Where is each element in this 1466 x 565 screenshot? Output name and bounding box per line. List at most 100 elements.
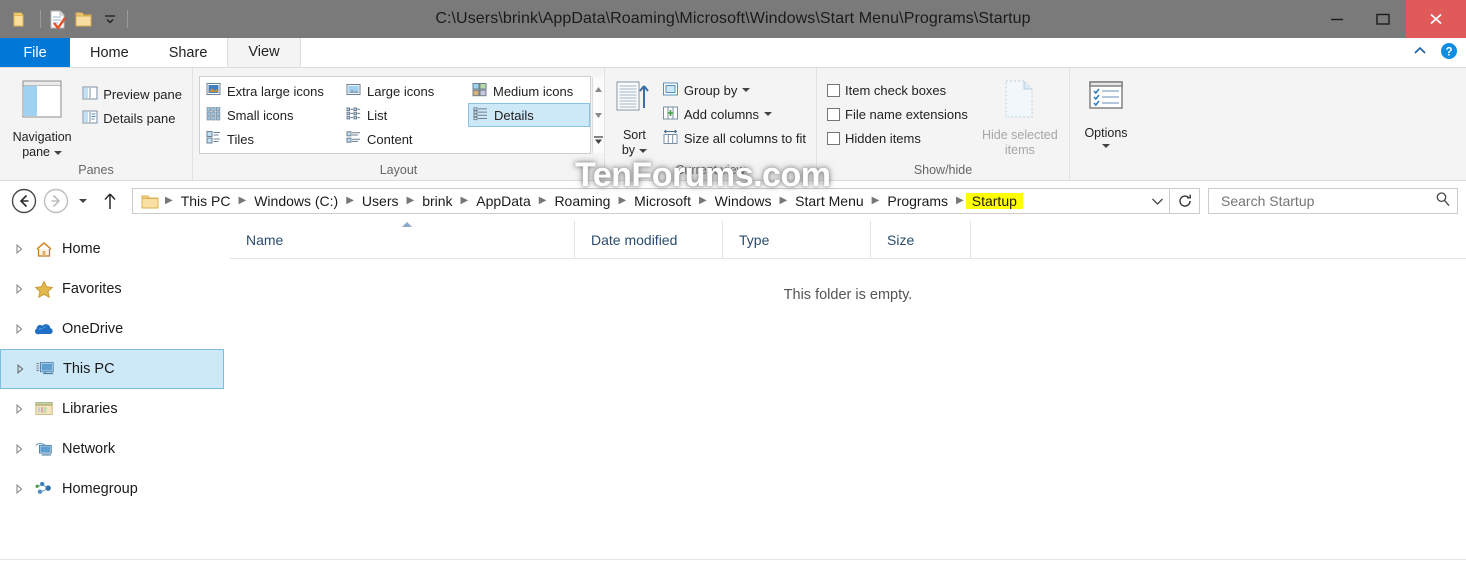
status-bar: 0 items State: Shared <box>0 559 1466 565</box>
expander-icon[interactable] <box>12 444 26 454</box>
layout-list[interactable]: List <box>340 103 466 127</box>
layout-large-icons[interactable]: Large icons <box>340 79 466 103</box>
column-header-type[interactable]: Type <box>723 220 871 259</box>
chevron-down-icon <box>54 150 63 155</box>
column-header-size-label: Size <box>887 231 915 248</box>
gallery-scroll-up-icon[interactable] <box>594 80 603 98</box>
sidebar-item-this-pc[interactable]: This PC <box>0 349 224 389</box>
breadcrumb-startup[interactable]: Startup <box>965 193 1023 209</box>
options-button[interactable]: Options <box>1076 74 1136 148</box>
breadcrumb-users[interactable]: Users <box>356 193 405 209</box>
expander-icon[interactable] <box>12 484 26 494</box>
layout-gallery-scrollbar[interactable] <box>592 77 604 153</box>
up-button[interactable] <box>94 185 126 217</box>
sidebar-item-favorites[interactable]: Favorites <box>0 269 230 309</box>
breadcrumb-programs[interactable]: Programs <box>881 193 954 209</box>
expander-icon[interactable] <box>12 284 26 294</box>
group-by-label: Group by <box>683 82 738 98</box>
gallery-expand-icon[interactable] <box>593 132 604 150</box>
expander-icon[interactable] <box>12 324 26 334</box>
sidebar-item-home[interactable]: Home <box>0 229 230 269</box>
breadcrumb-appdata[interactable]: AppData <box>470 193 536 209</box>
breadcrumb-this-pc[interactable]: This PC <box>175 193 237 209</box>
breadcrumb[interactable]: ▶ This PC ▶ Windows (C:) ▶ Users ▶ brink… <box>132 188 1170 214</box>
homegroup-icon <box>34 480 54 498</box>
size-all-columns-label: Size all columns to fit <box>683 130 806 146</box>
hidden-items-checkbox[interactable] <box>827 131 840 145</box>
breadcrumb-dropdown-button[interactable] <box>1145 189 1169 213</box>
window-title: C:\Users\brink\AppData\Roaming\Microsoft… <box>435 10 1031 27</box>
customize-qat-icon[interactable] <box>97 5 123 33</box>
sidebar-item-network[interactable]: Network <box>0 429 230 469</box>
tab-home[interactable]: Home <box>70 38 149 67</box>
layout-content[interactable]: Content <box>340 127 466 151</box>
layout-gallery: Extra large icons Small icons Tiles Larg… <box>199 76 604 154</box>
chevron-down-icon <box>639 148 648 153</box>
close-button[interactable] <box>1406 0 1466 38</box>
help-icon[interactable]: ? <box>1440 42 1458 65</box>
column-header-size[interactable]: Size <box>871 220 971 259</box>
breadcrumb-separator: ▶ <box>238 195 247 206</box>
tab-share[interactable]: Share <box>148 38 228 67</box>
column-header-date-modified[interactable]: Date modified <box>575 220 723 259</box>
back-button[interactable] <box>8 185 40 217</box>
file-name-extensions-checkbox[interactable] <box>827 107 840 121</box>
minimize-button[interactable] <box>1314 0 1360 38</box>
breadcrumb-microsoft[interactable]: Microsoft <box>628 193 697 209</box>
gallery-scroll-down-icon[interactable] <box>594 106 603 124</box>
navigation-pane-button[interactable]: Navigation pane <box>6 74 78 160</box>
add-columns-button[interactable]: Add columns <box>658 102 810 126</box>
sidebar-item-libraries[interactable]: Libraries <box>0 389 230 429</box>
new-folder-icon[interactable] <box>71 5 97 33</box>
forward-button[interactable] <box>40 185 72 217</box>
details-pane-icon <box>82 109 98 128</box>
search-input[interactable] <box>1219 192 1435 210</box>
breadcrumb-windows-c[interactable]: Windows (C:) <box>248 193 344 209</box>
address-bar: ▶ This PC ▶ Windows (C:) ▶ Users ▶ brink… <box>0 181 1466 221</box>
layout-list-label: List <box>367 107 388 123</box>
sidebar-item-label: Favorites <box>62 281 122 297</box>
maximize-button[interactable] <box>1360 0 1406 38</box>
expander-icon[interactable] <box>12 244 26 254</box>
layout-extra-large-icons[interactable]: Extra large icons <box>200 79 340 103</box>
hidden-items-option[interactable]: Hidden items <box>823 126 972 150</box>
search-icon[interactable] <box>1435 191 1451 212</box>
expander-icon[interactable] <box>12 404 26 414</box>
refresh-button[interactable] <box>1170 188 1200 214</box>
add-columns-label: Add columns <box>683 106 760 122</box>
breadcrumb-start-menu[interactable]: Start Menu <box>789 193 869 209</box>
preview-pane-button[interactable]: Preview pane <box>78 82 186 106</box>
item-check-boxes-option[interactable]: Item check boxes <box>823 78 972 102</box>
layout-details[interactable]: Details <box>468 103 590 127</box>
breadcrumb-windows[interactable]: Windows <box>709 193 778 209</box>
group-by-icon <box>662 81 679 100</box>
file-list-pane[interactable]: Name Date modified Type Size This folder… <box>230 220 1466 559</box>
expander-icon[interactable] <box>13 364 27 374</box>
folder-icon[interactable] <box>10 5 36 33</box>
tab-file[interactable]: File <box>0 38 70 67</box>
breadcrumb-separator: ▶ <box>460 195 469 206</box>
layout-medium-icons[interactable]: Medium icons <box>466 79 592 103</box>
size-all-columns-button[interactable]: Size all columns to fit <box>658 126 810 150</box>
title-bar: C:\Users\brink\AppData\Roaming\Microsoft… <box>0 0 1466 38</box>
layout-small-icons[interactable]: Small icons <box>200 103 340 127</box>
hide-selected-items-button[interactable]: Hide selected items <box>978 74 1062 158</box>
layout-tiles[interactable]: Tiles <box>200 127 340 151</box>
sort-by-button[interactable]: Sort by <box>611 74 658 158</box>
search-box[interactable] <box>1208 188 1458 214</box>
item-check-boxes-checkbox[interactable] <box>827 83 840 97</box>
collapse-ribbon-icon[interactable] <box>1412 44 1428 62</box>
recent-locations-button[interactable] <box>72 185 94 217</box>
breadcrumb-roaming[interactable]: Roaming <box>548 193 616 209</box>
column-header-name[interactable]: Name <box>230 220 575 259</box>
sidebar-item-homegroup[interactable]: Homegroup <box>0 469 230 509</box>
group-by-button[interactable]: Group by <box>658 78 810 102</box>
tab-view[interactable]: View <box>227 38 301 67</box>
sort-ascending-icon <box>402 221 412 227</box>
properties-icon[interactable] <box>45 5 71 33</box>
file-name-extensions-option[interactable]: File name extensions <box>823 102 972 126</box>
layout-gallery-col-3: Medium icons Details <box>466 77 592 153</box>
sidebar-item-onedrive[interactable]: OneDrive <box>0 309 230 349</box>
details-pane-button[interactable]: Details pane <box>78 106 186 130</box>
breadcrumb-brink[interactable]: brink <box>416 193 458 209</box>
